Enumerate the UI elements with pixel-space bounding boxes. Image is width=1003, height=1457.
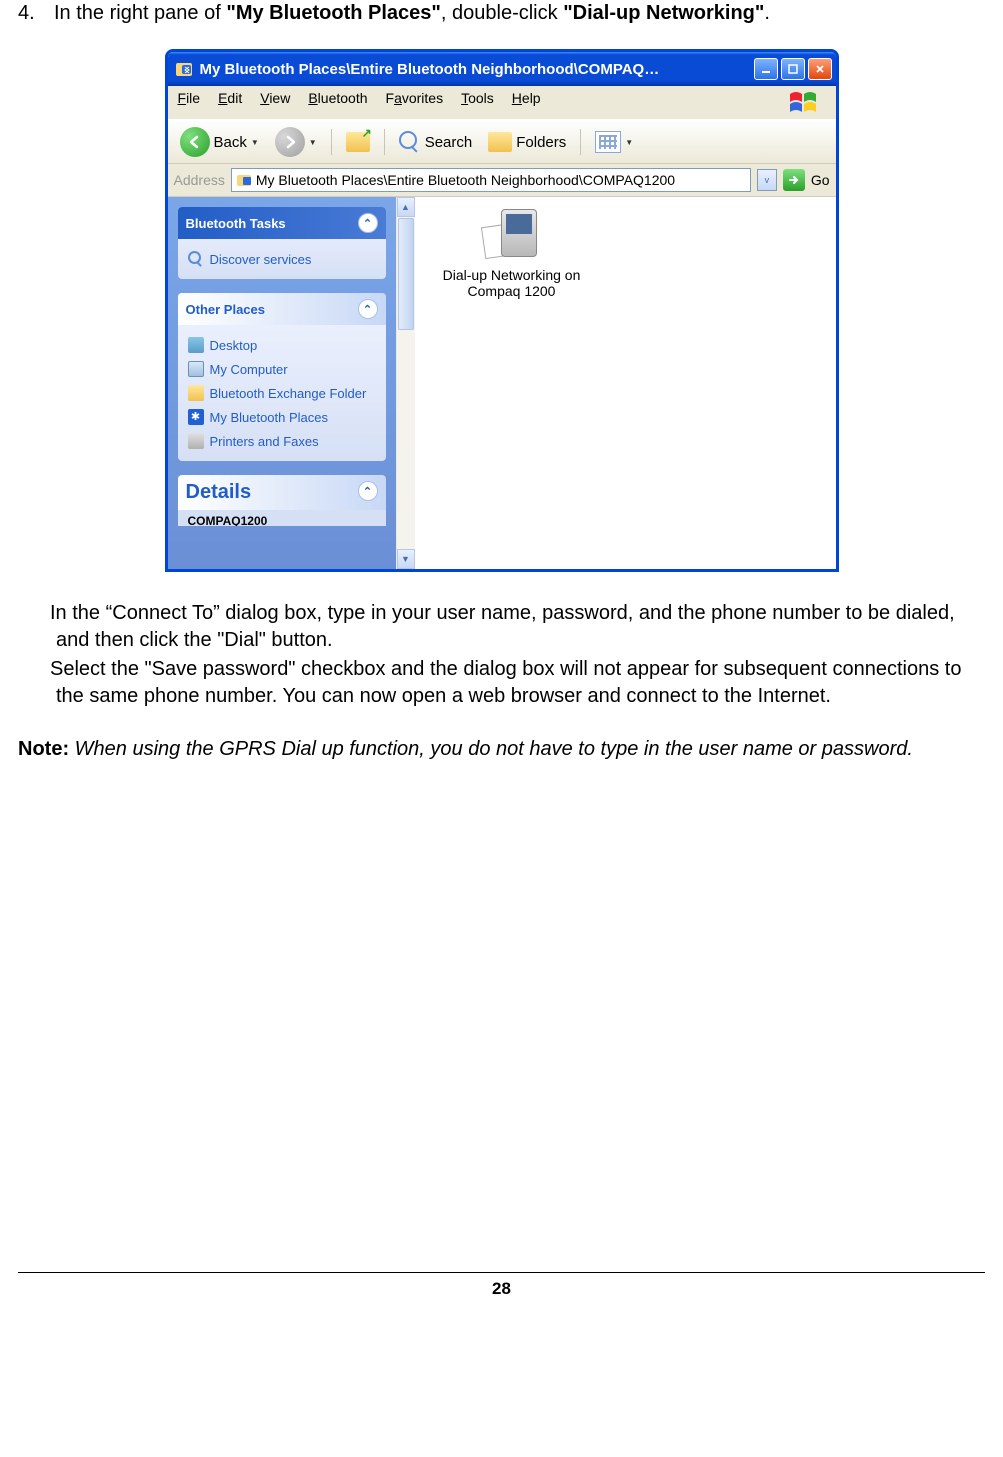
step6-number: 6. (18, 656, 50, 683)
step6-text: 6.Select the "Save password" checkbox an… (18, 656, 985, 710)
collapse-icon[interactable]: ⌃ (358, 481, 378, 501)
menu-file[interactable]: File (178, 90, 201, 115)
scroll-down-button[interactable]: ▼ (397, 549, 415, 569)
step4-text: 4.In the right pane of "My Bluetooth Pla… (18, 0, 985, 27)
details-value: COMPAQ1200 (178, 510, 386, 526)
dialup-networking-icon (483, 209, 541, 263)
bluetooth-places-icon (174, 59, 194, 79)
bluetooth-places-icon (236, 172, 252, 188)
views-button[interactable]: ▼ (589, 129, 639, 155)
go-button[interactable] (783, 169, 805, 191)
collapse-icon[interactable]: ⌃ (358, 299, 378, 319)
explorer-window: My Bluetooth Places\Entire Bluetooth Nei… (165, 49, 839, 572)
windows-logo-icon (786, 90, 826, 115)
folder-up-icon (346, 132, 370, 152)
maximize-button[interactable] (781, 58, 805, 80)
views-icon (595, 131, 621, 153)
step5-number: 5. (18, 600, 50, 627)
search-icon (399, 131, 421, 153)
printers-faxes-link[interactable]: Printers and Faxes (188, 429, 376, 453)
forward-button[interactable]: ▼ (269, 125, 323, 159)
up-button[interactable] (340, 130, 376, 154)
details-header[interactable]: Details ⌃ (178, 475, 386, 510)
chevron-down-icon: ▼ (309, 138, 317, 147)
item-label-line1: Dial-up Networking on (427, 267, 597, 283)
note-text: When using the GPRS Dial up function, yo… (75, 738, 913, 760)
bluetooth-icon: ✱ (188, 409, 204, 425)
note-label: Note: (18, 738, 69, 760)
step5-text: 5.In the “Connect To” dialog box, type i… (18, 600, 985, 654)
addressbar: Address My Bluetooth Places\Entire Bluet… (168, 164, 836, 197)
close-button[interactable] (808, 58, 832, 80)
menu-tools[interactable]: Tools (461, 90, 494, 115)
folder-icon (488, 132, 512, 152)
menu-bluetooth[interactable]: Bluetooth (308, 90, 367, 115)
address-label: Address (174, 172, 225, 188)
minimize-button[interactable] (754, 58, 778, 80)
address-value: My Bluetooth Places\Entire Bluetooth Nei… (256, 172, 675, 188)
printer-icon (188, 433, 204, 449)
desktop-link[interactable]: Desktop (188, 333, 376, 357)
back-icon (180, 127, 210, 157)
dialup-networking-item[interactable]: Dial-up Networking on Compaq 1200 (427, 209, 597, 299)
folders-button[interactable]: Folders (482, 130, 572, 154)
window-title: My Bluetooth Places\Entire Bluetooth Nei… (200, 61, 754, 78)
desktop-icon (188, 337, 204, 353)
item-label-line2: Compaq 1200 (427, 283, 597, 299)
my-computer-link[interactable]: My Computer (188, 357, 376, 381)
go-label: Go (811, 172, 830, 188)
titlebar[interactable]: My Bluetooth Places\Entire Bluetooth Nei… (168, 52, 836, 86)
menubar: File Edit View Bluetooth Favorites Tools… (168, 86, 836, 120)
scroll-thumb[interactable] (398, 218, 414, 330)
my-bt-places-link[interactable]: ✱My Bluetooth Places (188, 405, 376, 429)
discover-services-link[interactable]: Discover services (188, 247, 376, 271)
search-icon (188, 251, 204, 267)
search-button[interactable]: Search (393, 129, 479, 155)
collapse-icon[interactable]: ⌃ (358, 213, 378, 233)
folder-icon (188, 385, 204, 401)
menu-help[interactable]: Help (512, 90, 541, 115)
computer-icon (188, 361, 204, 377)
chevron-down-icon: ▼ (625, 138, 633, 147)
address-dropdown-button[interactable]: v (757, 169, 777, 191)
toolbar: Back ▼ ▼ Search Folders ▼ (168, 120, 836, 164)
bt-exchange-folder-link[interactable]: Bluetooth Exchange Folder (188, 381, 376, 405)
scrollbar[interactable]: ▲ ▼ (396, 197, 415, 569)
bluetooth-tasks-header[interactable]: Bluetooth Tasks ⌃ (178, 207, 386, 239)
chevron-down-icon: ▼ (251, 138, 259, 147)
go-icon (787, 173, 801, 187)
note-paragraph: Note: When using the GPRS Dial up functi… (18, 736, 985, 763)
page-footer: 28 (18, 1272, 985, 1299)
scroll-up-button[interactable]: ▲ (397, 197, 415, 217)
content-pane[interactable]: Dial-up Networking on Compaq 1200 (415, 197, 836, 569)
menu-view[interactable]: View (260, 90, 290, 115)
page-number: 28 (492, 1279, 511, 1298)
other-places-header[interactable]: Other Places ⌃ (178, 293, 386, 325)
tasks-pane: Bluetooth Tasks ⌃ Discover services Othe… (168, 197, 396, 569)
back-button[interactable]: Back ▼ (174, 125, 265, 159)
step4-number: 4. (18, 0, 54, 27)
address-field[interactable]: My Bluetooth Places\Entire Bluetooth Nei… (231, 168, 751, 192)
menu-favorites[interactable]: Favorites (386, 90, 444, 115)
forward-icon (275, 127, 305, 157)
menu-edit[interactable]: Edit (218, 90, 242, 115)
